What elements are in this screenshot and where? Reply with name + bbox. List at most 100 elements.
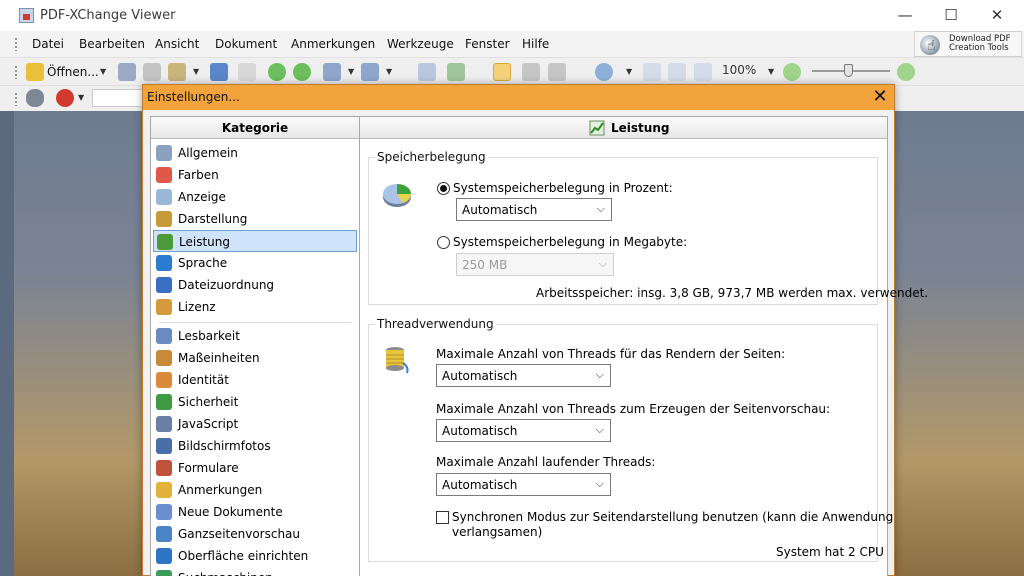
search-pdf-icon[interactable] (56, 89, 74, 107)
memory-percent-radio[interactable] (437, 182, 450, 195)
page-layout-icon[interactable] (447, 63, 465, 81)
email-icon[interactable] (168, 63, 186, 81)
menu-bearbeiten[interactable]: Bearbeiten (79, 37, 145, 51)
actual-size-icon[interactable] (643, 63, 661, 81)
category-item-allgemein[interactable]: Allgemein (153, 142, 357, 164)
category-label: Neue Dokumente (178, 505, 283, 519)
category-item-leistung[interactable]: Leistung (153, 230, 357, 252)
search-input[interactable] (92, 89, 144, 107)
category-header: Kategorie (151, 117, 359, 139)
category-item-neue-dokumente[interactable]: Neue Dokumente (153, 501, 357, 523)
ocr-icon[interactable] (238, 63, 256, 81)
sync-mode-label-line2[interactable]: verlangsamen) (452, 525, 542, 539)
zoom-tool-dropdown-chevron-icon[interactable]: ▼ (626, 67, 632, 76)
open-dropdown-chevron-icon[interactable]: ▼ (100, 67, 106, 76)
category-item-farben[interactable]: Farben (153, 164, 357, 186)
minimize-button[interactable]: — (882, 0, 928, 31)
memory-group-title: Speicherbelegung (375, 150, 488, 164)
threads-group: Threadverwendung Maximale Anzahl von Thr… (368, 317, 893, 562)
section-title: Leistung (611, 121, 670, 135)
brush-icon (156, 211, 172, 227)
camera-icon (156, 438, 172, 454)
print-icon[interactable] (143, 63, 161, 81)
thread-spool-icon (386, 347, 409, 374)
email-dropdown-chevron-icon[interactable]: ▼ (193, 67, 199, 76)
category-item-anmerkungen[interactable]: Anmerkungen (153, 479, 357, 501)
open-button-label[interactable]: Öffnen... (47, 65, 99, 79)
scan-icon[interactable] (210, 63, 228, 81)
category-item-anzeige[interactable]: Anzeige (153, 186, 357, 208)
forward-arrow-icon[interactable] (293, 63, 311, 81)
rotate-icon[interactable] (418, 63, 436, 81)
zoom-level-field[interactable]: 100% (722, 63, 776, 80)
dialog-title-bar[interactable]: Einstellungen... ✕ (143, 85, 894, 110)
category-label: Anmerkungen (178, 483, 263, 497)
search-dropdown-chevron-icon[interactable]: ▼ (78, 93, 84, 102)
category-item-javascript[interactable]: JavaScript (153, 413, 357, 435)
menu-hilfe[interactable]: Hilfe (522, 37, 549, 51)
close-window-button[interactable]: ✕ (974, 0, 1020, 31)
chevron-down-icon: ⌵ (596, 202, 605, 215)
memory-group: Speicherbelegung Systemspeicherbelegung … (368, 150, 928, 305)
category-item-bildschirmfotos[interactable]: Bildschirmfotos (153, 435, 357, 457)
category-label: Dateizuordnung (178, 278, 275, 292)
category-label: Sprache (178, 256, 228, 270)
menu-werkzeuge[interactable]: Werkzeuge (387, 37, 454, 51)
undo-dropdown-chevron-icon[interactable]: ▼ (348, 67, 354, 76)
category-item-suchmaschinen[interactable]: Suchmaschinen (153, 567, 357, 576)
category-item-darstellung[interactable]: Darstellung (153, 208, 357, 230)
memory-mb-radio[interactable] (437, 236, 450, 249)
toolbar-grip[interactable] (14, 65, 18, 79)
back-arrow-icon[interactable] (268, 63, 286, 81)
dialog-close-button[interactable]: ✕ (868, 86, 892, 108)
category-item-lesbarkeit[interactable]: Lesbarkeit (153, 325, 357, 347)
sync-mode-label-line1[interactable]: Synchronen Modus zur Seitendarstellung b… (452, 510, 893, 524)
category-item-ganzseitenvorschau[interactable]: Ganzseitenvorschau (153, 523, 357, 545)
snapshot-tool-icon[interactable] (548, 63, 566, 81)
menu-dokument[interactable]: Dokument (215, 37, 277, 51)
memory-mb-select[interactable]: 250 MB ⌵ (456, 253, 614, 276)
category-item-identität[interactable]: Identität (153, 369, 357, 391)
zoom-tool-icon[interactable] (595, 63, 613, 81)
category-label: Darstellung (178, 212, 248, 226)
memory-mb-label[interactable]: Systemspeicherbelegung in Megabyte: (453, 235, 687, 249)
category-item-maßeinheiten[interactable]: Maßeinheiten (153, 347, 357, 369)
zoom-in-icon[interactable] (897, 63, 915, 81)
category-item-oberfläche-einrichten[interactable]: Oberfläche einrichten (153, 545, 357, 567)
maximize-button[interactable]: ☐ (928, 0, 974, 31)
menu-fenster[interactable]: Fenster (465, 37, 510, 51)
redo-dropdown-chevron-icon[interactable]: ▼ (386, 67, 392, 76)
category-item-sicherheit[interactable]: Sicherheit (153, 391, 357, 413)
category-item-lizenz[interactable]: Lizenz (153, 296, 357, 318)
open-folder-icon[interactable] (26, 63, 44, 81)
ruler-icon (156, 350, 172, 366)
menu-ansicht[interactable]: Ansicht (155, 37, 199, 51)
category-item-dateizuordnung[interactable]: Dateizuordnung (153, 274, 357, 296)
category-item-sprache[interactable]: Sprache (153, 252, 357, 274)
select-text-icon[interactable] (522, 63, 540, 81)
fit-page-icon[interactable] (668, 63, 686, 81)
zoom-out-icon[interactable] (783, 63, 801, 81)
memory-percent-select[interactable]: Automatisch ⌵ (456, 198, 612, 221)
toolbar2-grip[interactable] (14, 92, 18, 106)
undo-icon[interactable] (323, 63, 341, 81)
memory-percent-label[interactable]: Systemspeicherbelegung in Prozent: (453, 181, 673, 195)
preview-threads-select[interactable]: Automatisch ⌵ (436, 419, 611, 442)
category-item-formulare[interactable]: Formulare (153, 457, 357, 479)
menubar-grip[interactable] (14, 37, 18, 51)
hand-tool-icon[interactable] (493, 63, 511, 81)
menu-datei[interactable]: Datei (32, 37, 64, 51)
running-threads-select[interactable]: Automatisch ⌵ (436, 473, 611, 496)
render-threads-select[interactable]: Automatisch ⌵ (436, 364, 611, 387)
menu-anmerkungen[interactable]: Anmerkungen (291, 37, 375, 51)
redo-icon[interactable] (361, 63, 379, 81)
fit-width-icon[interactable] (694, 63, 712, 81)
zoom-slider-thumb[interactable] (844, 64, 853, 77)
threads-group-title: Threadverwendung (375, 317, 496, 331)
memory-mb-value: 250 MB (462, 258, 508, 272)
menu-bar: Datei Bearbeiten Ansicht Dokument Anmerk… (0, 31, 1024, 57)
file-association-icon (156, 277, 172, 293)
sync-mode-checkbox[interactable] (436, 511, 449, 524)
save-icon[interactable] (118, 63, 136, 81)
binoculars-icon[interactable] (26, 89, 44, 107)
